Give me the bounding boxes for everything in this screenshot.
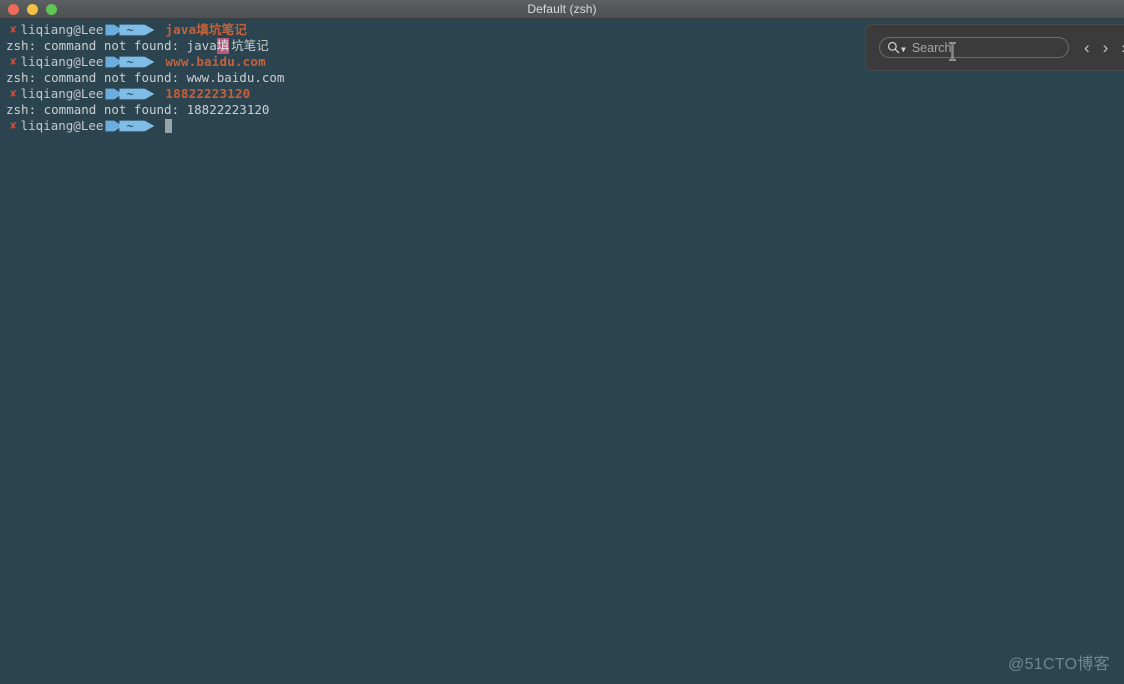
terminal-window: Default (zsh) ✘ liqiang@Lee ~ java填坑笔记 z… xyxy=(0,0,1124,684)
prompt-path-segment: ~ xyxy=(119,88,155,100)
terminal-command: 18822223120 xyxy=(165,86,251,101)
search-icon xyxy=(887,41,900,54)
search-input[interactable]: Search xyxy=(912,41,952,55)
window-titlebar: Default (zsh) xyxy=(0,0,1124,19)
prompt-path-segment: ~ xyxy=(119,24,155,36)
prompt-path-segment: ~ xyxy=(119,120,155,132)
watermark-label: @51CTO博客 xyxy=(1008,656,1110,673)
search-navigation: ‹ › › xyxy=(1084,39,1124,56)
terminal-command: java填坑笔记 xyxy=(165,22,248,37)
output-text-pre: zsh: command not found: 18822223120 xyxy=(6,102,270,117)
prompt-user-host: liqiang@Lee xyxy=(20,54,104,69)
exit-status-fail-icon: ✘ xyxy=(10,87,17,100)
prompt-user-host: liqiang@Lee xyxy=(20,86,104,101)
previous-match-button[interactable]: ‹ xyxy=(1084,39,1090,56)
exit-status-fail-icon: ✘ xyxy=(10,23,17,36)
exit-status-fail-icon: ✘ xyxy=(10,119,17,132)
terminal-active-prompt-line: ✘ liqiang@Lee ~ xyxy=(4,118,1124,134)
prompt-user-host: liqiang@Lee xyxy=(20,118,104,133)
terminal-output-line: zsh: command not found: www.baidu.com xyxy=(4,70,1124,86)
search-input-wrapper[interactable]: ▼ Search xyxy=(879,37,1069,58)
mouse-ibeam-cursor xyxy=(949,42,956,61)
chevron-down-icon[interactable]: ▼ xyxy=(901,45,906,54)
terminal-output-line: zsh: command not found: 18822223120 xyxy=(4,102,1124,118)
output-text-pre: zsh: command not found: www.baidu.com xyxy=(6,70,285,85)
terminal-command: www.baidu.com xyxy=(165,54,266,69)
terminal-output-area[interactable]: ✘ liqiang@Lee ~ java填坑笔记 zsh: command no… xyxy=(0,19,1124,684)
window-title: Default (zsh) xyxy=(527,2,597,16)
find-bar: ▼ Search ‹ › › xyxy=(865,24,1124,71)
exit-status-fail-icon: ✘ xyxy=(10,55,17,68)
output-text-pre: zsh: command not found: java xyxy=(6,38,217,53)
output-text-highlight: 填 xyxy=(216,38,230,54)
output-text-post: 坑笔记 xyxy=(231,38,269,53)
terminal-prompt-line: ✘ liqiang@Lee ~ 18822223120 xyxy=(4,86,1124,102)
prompt-user-host: liqiang@Lee xyxy=(20,22,104,37)
next-match-button[interactable]: › xyxy=(1103,39,1109,56)
terminal-text-cursor xyxy=(165,119,173,133)
prompt-path-segment: ~ xyxy=(119,56,155,68)
